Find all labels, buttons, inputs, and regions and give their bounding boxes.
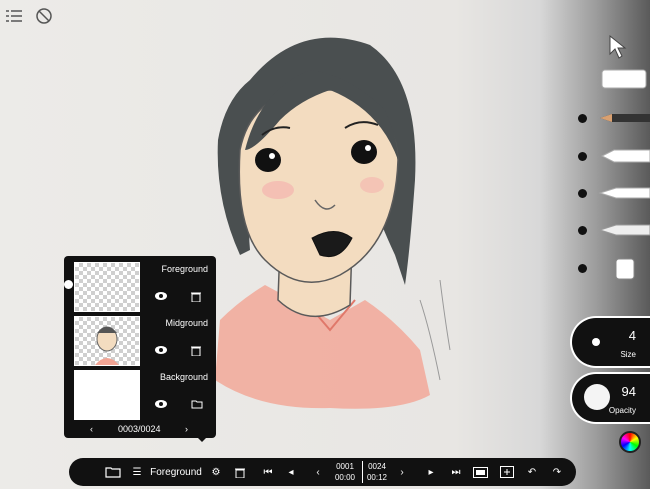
layer-thumbnail [74,370,140,420]
size-control[interactable]: 4 Size [570,316,650,368]
current-frame: 0001 [336,462,354,471]
ink-pen-selector-dot [578,226,587,235]
disable-icon[interactable] [34,6,54,26]
layer-name: Foreground [161,264,208,274]
folder-icon[interactable] [191,399,203,409]
size-preview-dot [592,338,600,346]
play-icon[interactable]: ▸ [425,458,437,486]
step-back-icon[interactable]: ‹ [312,458,324,486]
size-value: 4 [628,328,636,343]
current-time: 00:00 [334,473,356,482]
color-wheel-button[interactable] [619,431,641,453]
pen-tool[interactable] [578,178,650,208]
pencil-tool[interactable] [578,103,650,133]
marker-icon [600,149,650,163]
prev-frame-icon[interactable]: ‹ [90,424,93,434]
layers-panel: Foreground Midground Background ‹ 0003/0… [64,256,216,442]
next-frame-icon[interactable]: › [185,424,188,434]
paint-bucket-icon [615,258,635,280]
layers-folder-icon[interactable] [103,458,123,486]
ink-pen-icon [598,224,650,236]
frame-view-icon[interactable] [472,458,488,486]
current-frame-readout: 0001 00:00 [332,461,358,483]
layer-name: Background [159,372,208,382]
panel-pointer [196,436,208,442]
trash-icon[interactable] [233,458,247,486]
frame-pager: ‹ 0003/0024 › [64,422,216,436]
step-forward-icon[interactable]: › [396,458,408,486]
eye-icon[interactable] [155,292,167,300]
eye-icon[interactable] [155,400,167,408]
last-frame-icon[interactable]: ⏭ [449,458,463,486]
add-frame-icon[interactable] [499,458,515,486]
total-frames: 0024 [368,462,386,471]
layer-midground[interactable]: Midground [74,316,208,366]
pencil-icon [600,114,650,122]
ink-pen-tool[interactable] [578,215,650,245]
current-layer-label[interactable]: Foreground [148,458,204,486]
eraser-icon [601,69,647,89]
prev-frame-icon[interactable]: ◂ [285,458,297,486]
opacity-label: Opacity [608,406,636,415]
opacity-control[interactable]: 94 Opacity [570,372,650,424]
select-tool[interactable] [580,32,650,62]
first-frame-icon[interactable]: ⏮ [261,458,275,486]
layer-thumbnail [74,262,140,312]
gear-icon[interactable]: ⚙ [209,458,223,486]
marker-tool[interactable] [578,141,650,171]
pen-selector-dot [578,189,587,198]
layer-selected-dot [64,280,73,289]
layer-name: Midground [165,318,208,328]
size-label: Size [620,350,636,359]
frame-separator [362,461,363,483]
total-frame-readout: 0024 00:12 [364,461,390,483]
pencil-selector-dot [578,114,587,123]
marker-selector-dot [578,152,587,161]
opacity-value: 94 [621,384,636,399]
fountain-pen-icon [598,187,650,199]
layer-foreground[interactable]: Foreground [74,262,208,312]
cursor-arrow-icon [609,34,627,59]
layer-background[interactable]: Background [74,370,208,420]
trash-icon[interactable] [191,345,201,356]
redo-icon[interactable]: ↷ [550,458,564,486]
opacity-preview [584,384,610,410]
eye-icon[interactable] [155,346,167,354]
undo-icon[interactable]: ↶ [525,458,539,486]
trash-icon[interactable] [191,291,201,302]
frame-counter: 0003/0024 [118,424,161,434]
layer-menu-icon[interactable]: ☰ [131,458,143,486]
bottom-toolbar: ☰ Foreground ⚙ ⏮ ◂ ‹ 0001 00:00 0024 00:… [69,458,576,486]
menu-list-icon[interactable] [4,6,24,26]
total-time: 00:12 [366,473,388,482]
fill-tool[interactable] [578,253,650,283]
layer-thumbnail [74,316,140,366]
fill-selector-dot [578,264,587,273]
eraser-tool[interactable] [580,64,650,94]
